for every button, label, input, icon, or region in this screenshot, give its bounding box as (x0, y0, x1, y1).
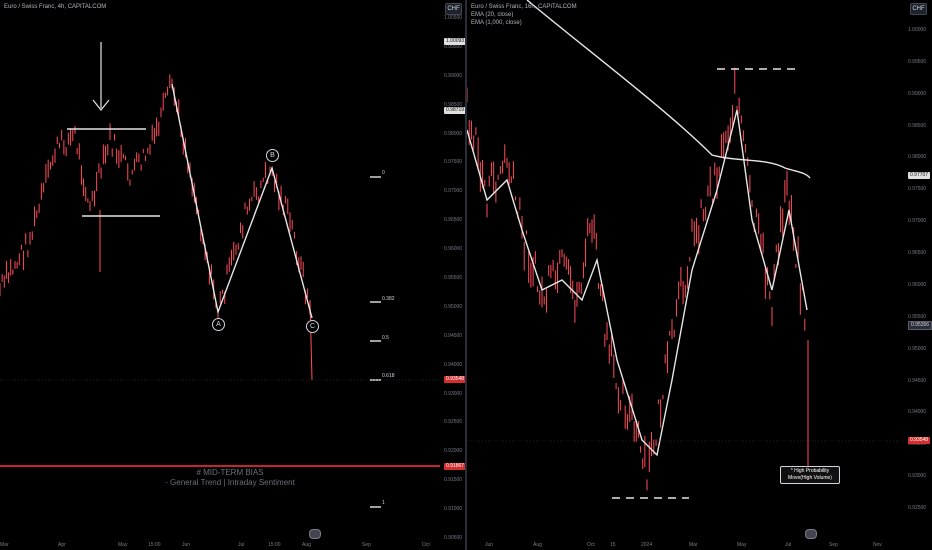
price-axis-tick: 0.98000 (444, 130, 463, 137)
time-axis-tick: Sep (362, 542, 371, 548)
time-axis-tick: May (118, 542, 128, 548)
price-axis-tick: 0.99000 (444, 72, 463, 79)
price-axis-tick: 0.94500 (444, 332, 463, 339)
fib-level-1: 1 (382, 500, 385, 506)
price-axis-tick: 0.97000 (908, 218, 927, 225)
time-axis-tick: Jul (238, 542, 245, 548)
price-tag-last: 0.93548 (908, 437, 931, 444)
price-axis-tick: 1.00500 (444, 15, 463, 21)
price-axis-tick: 1.00000 (908, 27, 927, 33)
price-axis-tick: 0.97500 (908, 186, 927, 193)
time-axis-tick: Oct (422, 542, 430, 548)
price-tag-ema20: 0.95356 (908, 321, 932, 330)
fib-level-0382: 0.382 (382, 296, 395, 302)
price-axis-tick: 0.96000 (444, 246, 463, 253)
time-axis-tick: Apr (58, 542, 66, 548)
bias-subtitle: - General Trend | Intraday Sentiment (165, 478, 295, 487)
time-axis-tick: Jul (785, 542, 792, 548)
annotation-callout: * High Probability Move(High Volume) (780, 466, 840, 484)
price-tag-high: 1.00093 (444, 38, 467, 45)
fib-level-0: 0 (382, 170, 385, 176)
price-axis-tick: 0.91500 (444, 477, 463, 484)
price-tag-mid: 0.98719 (444, 107, 467, 114)
time-axis-tick: Nov (873, 542, 882, 548)
price-axis-tick: 0.90500 (444, 535, 463, 541)
time-axis-tick: Aug (533, 542, 542, 548)
price-chart-right[interactable] (467, 0, 932, 550)
price-axis-tick: 0.92500 (444, 419, 463, 426)
price-axis-tick: 0.92000 (444, 448, 463, 455)
price-axis-tick: 0.97000 (444, 188, 463, 195)
price-tag-bias: 0.91867 (444, 463, 467, 470)
price-axis-tick: 0.94000 (444, 361, 463, 368)
price-axis-tick: 0.96500 (444, 217, 463, 224)
legend-ema1000: EMA (1,000, close) (471, 20, 522, 26)
legend-ema20: EMA (20, close) (471, 12, 514, 18)
price-axis-tick: 0.98000 (908, 154, 927, 161)
time-axis-tick: Aug (302, 542, 311, 548)
replay-toggle-icon[interactable] (805, 529, 817, 539)
price-axis-tick: 0.95500 (908, 313, 927, 320)
fib-level-0618: 0.618 (382, 373, 395, 379)
time-axis-tick: Sep (829, 542, 838, 548)
time-axis-tick: Jun (182, 542, 191, 548)
price-axis-tick: 0.94000 (908, 409, 927, 416)
chart-pane-right[interactable]: Euro / Swiss Franc, 16h, CAPITALCOM EMA … (467, 0, 932, 550)
replay-toggle-icon[interactable] (309, 529, 321, 539)
price-axis-tick: 0.98500 (908, 122, 927, 129)
wave-label-c: C (306, 320, 319, 333)
price-axis-tick: 0.95500 (444, 275, 463, 281)
price-axis-tick: 0.95000 (908, 345, 927, 352)
time-axis-tick: Jun (485, 542, 494, 548)
time-axis-tick: Mar (0, 542, 9, 548)
price-axis-tick: 0.97500 (444, 159, 463, 166)
price-axis-tick: 0.94500 (908, 377, 927, 384)
time-axis-tick: 15 (610, 542, 616, 548)
price-axis-tick: 0.95000 (444, 303, 463, 310)
wave-label-a: A (212, 318, 225, 331)
ema20-line (467, 109, 808, 457)
annotation-line-1: * High Probability (790, 468, 830, 474)
chart-legend: Euro / Swiss Franc, 4h, CAPITALCOM (4, 4, 107, 10)
time-axis-tick: Mar (689, 542, 698, 548)
mid-term-bias-note: # MID-TERM BIAS - General Trend | Intrad… (160, 468, 300, 488)
price-axis-tick: 0.96500 (908, 250, 927, 257)
time-axis-tick: 2024 (641, 542, 653, 548)
wave-label-b: B (266, 149, 279, 162)
price-axis-tick: 0.91000 (444, 506, 463, 513)
legend-symbol: Euro / Swiss Franc, 16h, CAPITALCOM (471, 4, 577, 10)
time-axis-tick: 15:00 (268, 542, 281, 548)
price-axis-tick: 0.92500 (908, 505, 927, 511)
price-tag-last: 0.93548 (444, 376, 467, 383)
price-axis-tick: 0.93000 (908, 473, 927, 480)
bias-title: # MID-TERM BIAS (196, 468, 264, 477)
price-axis-tick: 0.93000 (444, 390, 463, 397)
price-axis-tick: 0.99000 (908, 90, 927, 97)
annotation-line-2: Move(High Volume) (788, 475, 832, 481)
time-axis-tick: Oct (587, 542, 595, 548)
currency-button[interactable]: CHF (445, 3, 462, 15)
price-axis-tick: 0.96000 (908, 281, 927, 288)
time-axis-tick: 15:00 (148, 542, 161, 548)
chart-legend: Euro / Swiss Franc, 16h, CAPITALCOM EMA … (471, 3, 577, 27)
price-axis-tick: 0.99500 (908, 58, 927, 65)
fib-level-05: 0.5 (382, 335, 389, 341)
currency-button[interactable]: CHF (910, 3, 927, 15)
time-axis-tick: May (737, 542, 747, 548)
price-tag-ema1000: 0.97707 (908, 172, 931, 179)
wave-abc-path (171, 83, 313, 319)
chart-pane-left[interactable]: Euro / Swiss Franc, 4h, CAPITALCOM CHF 1… (0, 0, 467, 550)
